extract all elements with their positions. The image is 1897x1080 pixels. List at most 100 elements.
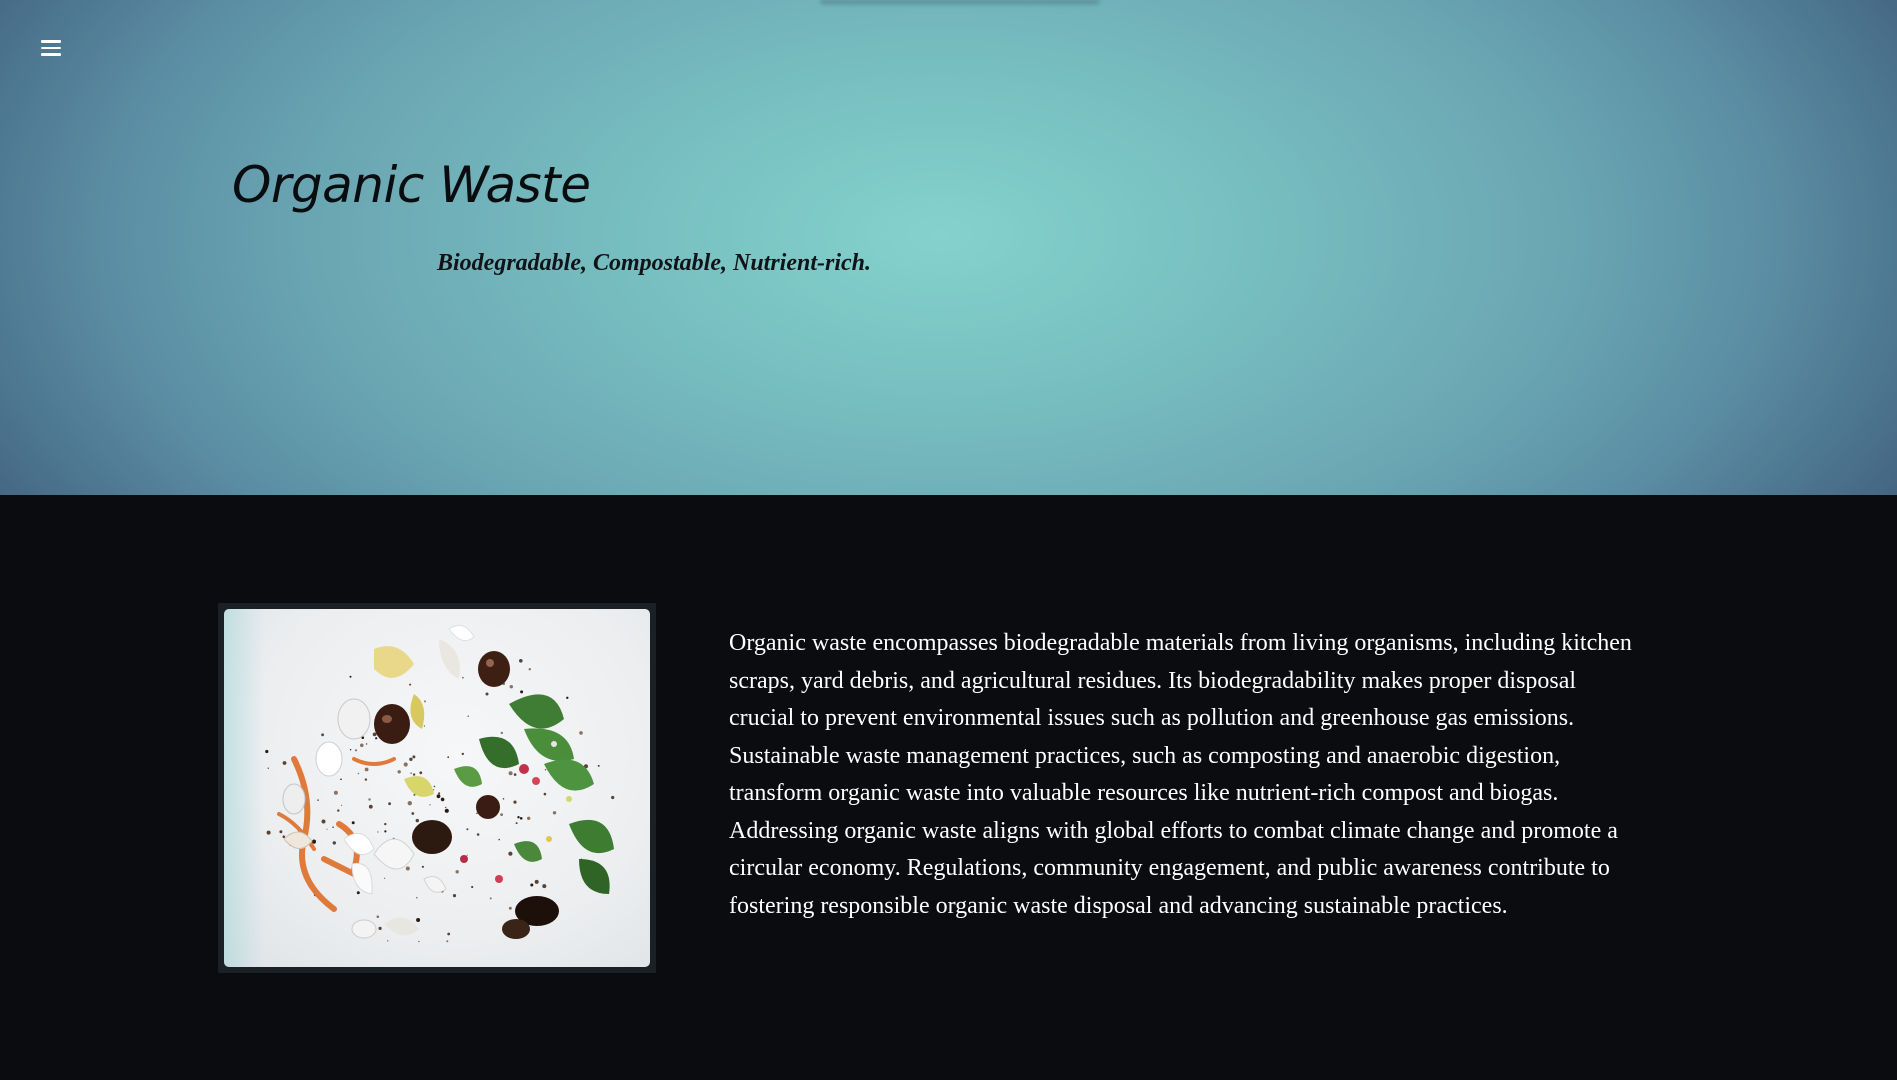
soil-speck (421, 865, 424, 868)
soil-speck (354, 749, 358, 752)
soil-speck (349, 749, 352, 751)
soil-speck (519, 659, 523, 663)
soil-speck (360, 743, 364, 748)
menu-bar-bottom (41, 53, 61, 57)
soil-speck (508, 771, 513, 776)
soil-speck (520, 690, 524, 694)
soil-speck (357, 772, 360, 775)
soil-speck (424, 700, 426, 703)
soil-speck (466, 854, 468, 856)
soil-speck (383, 877, 386, 879)
soil-speck (534, 879, 539, 884)
dark-seeds (374, 651, 559, 939)
soil-speck (433, 785, 436, 788)
organic-waste-image-frame (218, 603, 656, 973)
soil-speck (364, 767, 369, 772)
soil-speck (372, 732, 377, 737)
page-subtitle: Biodegradable, Compostable, Nutrient-ric… (437, 250, 872, 276)
soil-speck (461, 752, 464, 756)
soil-speck (409, 757, 413, 761)
soil-speck (368, 798, 371, 801)
soil-speck (597, 764, 600, 767)
soil-speck (579, 731, 583, 735)
organic-waste-image (224, 609, 650, 967)
soil-speck (467, 715, 469, 717)
soil-speck (337, 809, 340, 812)
soil-speck (552, 811, 557, 815)
soil-speck (332, 841, 336, 845)
soil-speck (462, 676, 464, 679)
soil-speck (409, 683, 412, 686)
soil-speck (282, 835, 286, 838)
soil-speck (332, 826, 334, 828)
soil-speck (438, 792, 441, 795)
soil-speck (471, 885, 474, 889)
soil-speck (566, 696, 569, 699)
soil-speck (364, 778, 368, 781)
leafy-greens (454, 694, 614, 894)
soil-speck (452, 894, 457, 898)
soil-speck (418, 940, 420, 943)
soil-speck (528, 668, 531, 671)
soil-speck (321, 819, 326, 824)
soil-speck (445, 806, 447, 809)
soil-speck (267, 767, 269, 769)
soil-speck (279, 830, 283, 834)
soil-speck (513, 773, 517, 776)
soil-speck (388, 802, 391, 806)
food-scraps-illustration (265, 624, 615, 943)
soil-speck (416, 896, 418, 899)
soil-speck (419, 771, 423, 775)
soil-speck (444, 808, 449, 813)
soil-speck (405, 866, 410, 871)
soil-speck (340, 778, 342, 781)
menu-bar-middle (41, 46, 61, 50)
soil-speck (387, 940, 389, 942)
soil-speck (415, 818, 419, 823)
soil-speck (423, 725, 425, 727)
soil-speck (544, 769, 547, 771)
soil-specks (265, 659, 615, 943)
soil-speck (377, 831, 379, 833)
soil-speck (412, 773, 416, 776)
soil-speck (500, 813, 503, 816)
soil-speck (429, 804, 431, 806)
soil-speck (513, 800, 517, 804)
soil-speck (455, 870, 459, 874)
soil-speck (517, 816, 520, 819)
soil-speck (282, 761, 287, 765)
soil-speck (498, 838, 501, 841)
peels (374, 639, 460, 936)
soil-speck (476, 833, 480, 836)
soil-speck (375, 737, 378, 740)
page-title: Organic Waste (232, 156, 591, 214)
soil-speck (485, 692, 489, 696)
menu-bar-top (41, 40, 61, 43)
hero-top-shadow (820, 0, 1100, 4)
soil-speck (407, 801, 412, 806)
soil-speck (519, 817, 523, 820)
soil-speck (384, 830, 387, 833)
soil-speck (515, 822, 518, 825)
soil-speck (403, 762, 408, 767)
soil-speck (349, 675, 352, 678)
soil-speck (365, 743, 368, 745)
soil-speck (447, 932, 451, 936)
soil-speck (378, 926, 382, 930)
soil-speck (340, 804, 343, 806)
soil-speck (436, 794, 441, 799)
soil-speck (376, 915, 380, 918)
soil-speck (351, 821, 355, 825)
soil-speck (527, 816, 531, 820)
soil-speck (489, 897, 492, 900)
soil-speck (440, 797, 445, 802)
soil-speck (502, 798, 505, 800)
soil-speck (530, 883, 534, 887)
soil-speck (466, 828, 469, 831)
soil-speck (412, 755, 416, 759)
hamburger-menu-icon[interactable] (38, 36, 64, 60)
main-content: Organic waste encompasses biodegradable … (0, 495, 1897, 1080)
soil-speck (333, 790, 338, 795)
soil-speck (543, 792, 547, 796)
soil-speck (410, 772, 412, 774)
